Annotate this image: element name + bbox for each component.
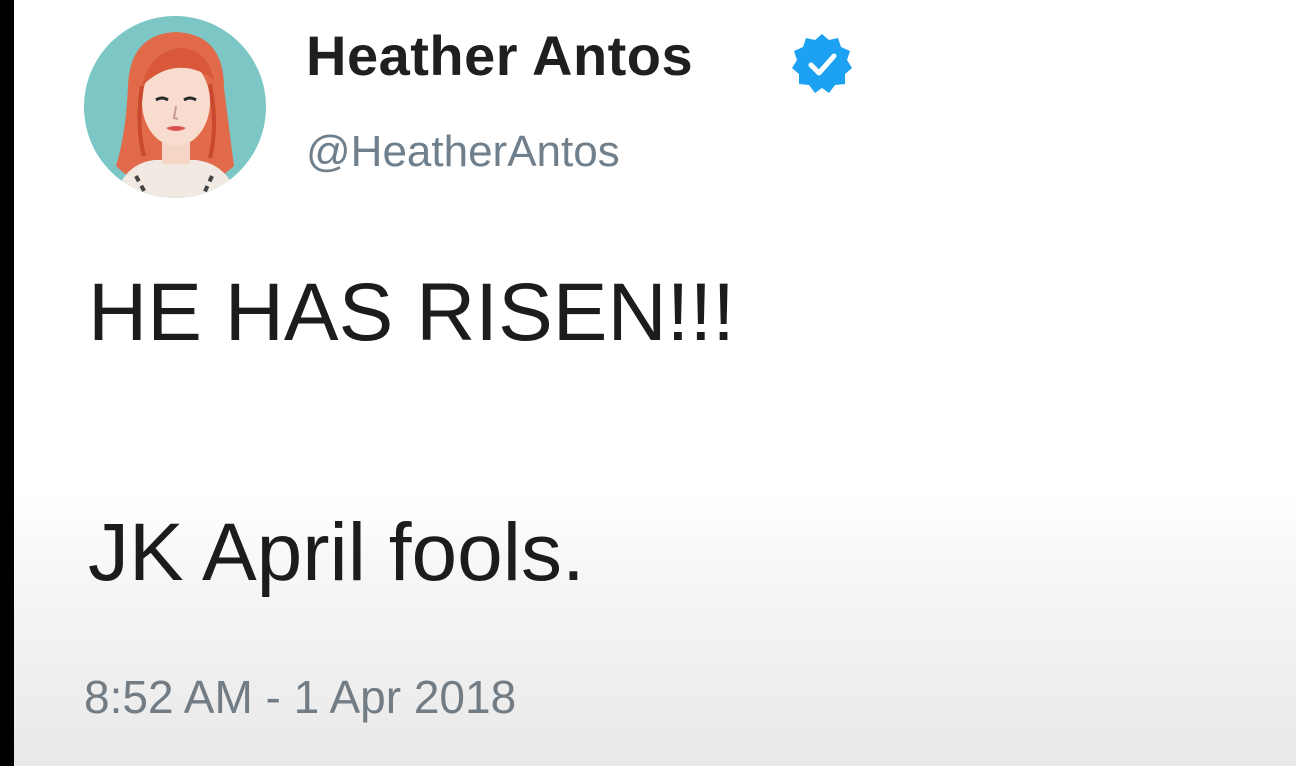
tweet-timestamp[interactable]: 8:52 AM - 1 Apr 2018 xyxy=(84,674,516,720)
avatar-illustration-icon xyxy=(84,16,266,198)
tweet-text-line: HE HAS RISEN!!! xyxy=(88,267,736,358)
author-handle[interactable]: @HeatherAntos xyxy=(306,130,620,174)
profile-avatar[interactable] xyxy=(84,16,266,198)
tweet-text-line: JK April fools. xyxy=(88,507,585,598)
tweet-card: Heather Antos @HeatherAntos HE HAS RISEN… xyxy=(14,0,1296,766)
author-display-name[interactable]: Heather Antos xyxy=(306,28,693,84)
verified-badge-icon xyxy=(790,32,854,96)
